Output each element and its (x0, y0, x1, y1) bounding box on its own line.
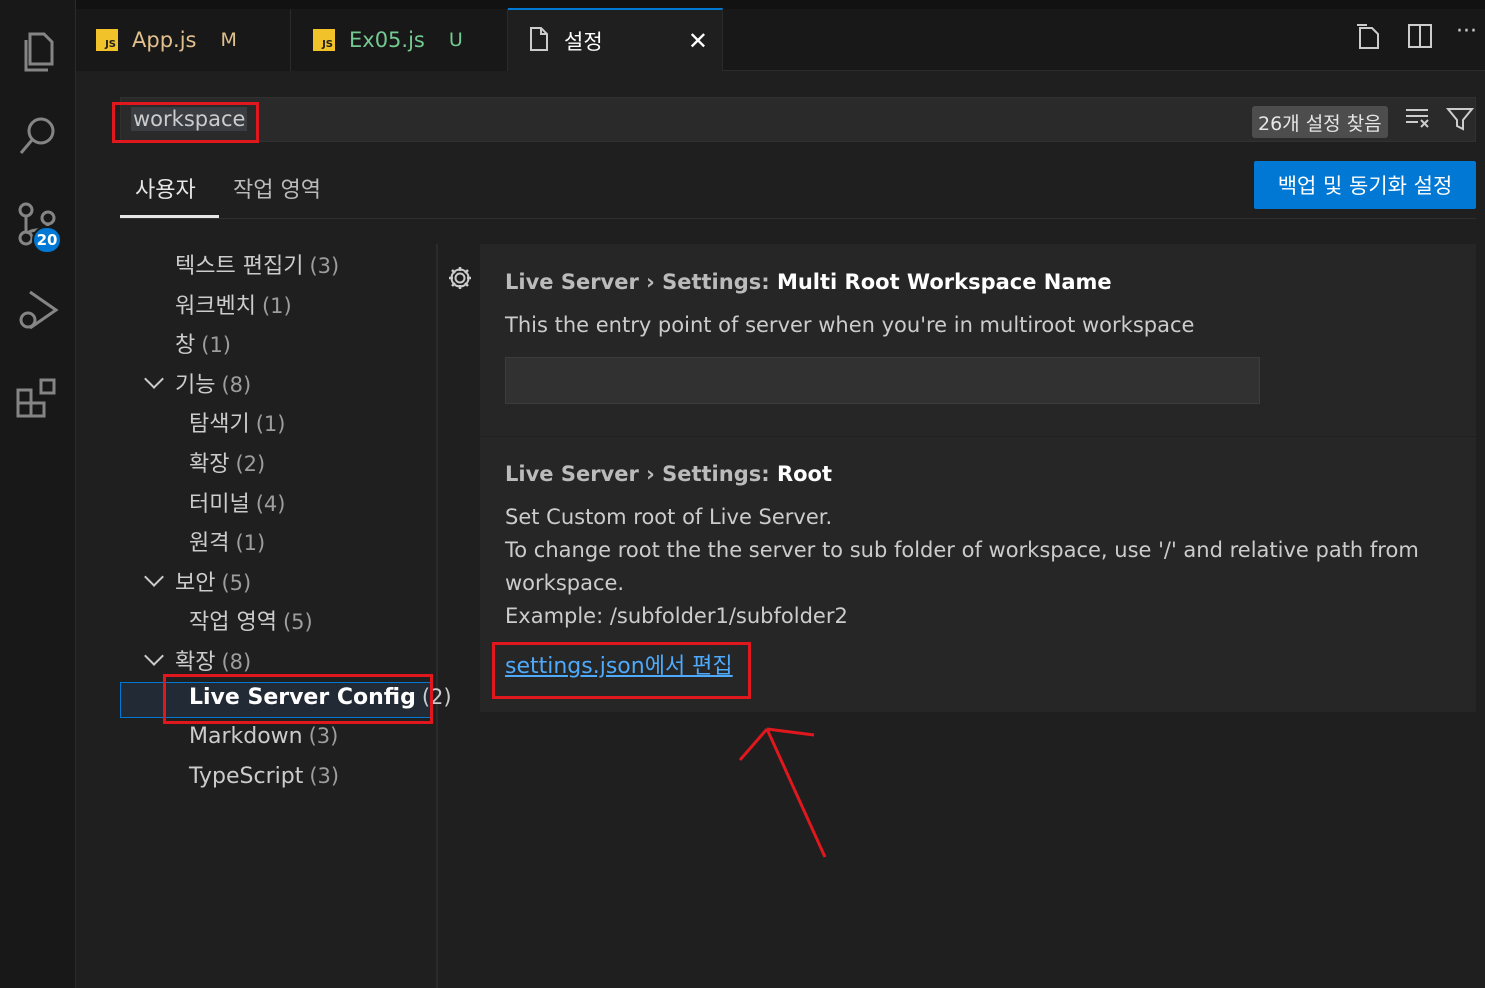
toc-count: (3) (309, 764, 340, 788)
setting-category: Live Server › Settings: (505, 270, 777, 294)
gear-icon[interactable] (446, 264, 474, 296)
toc-item-remote[interactable]: 원격 (1) (189, 525, 265, 557)
toc-item-extensions-feature[interactable]: 확장 (2) (189, 446, 265, 478)
explorer-icon[interactable] (0, 14, 76, 90)
description-line: workspace. (505, 571, 625, 595)
workspace-name-input[interactable] (505, 357, 1260, 404)
toc-label: 탐색기 (189, 412, 250, 437)
tab-status: U (448, 29, 463, 51)
toc-label: 기능 (175, 373, 216, 398)
js-icon: JS (96, 29, 118, 51)
toc-item-explorer[interactable]: 탐색기 (1) (189, 406, 285, 438)
toc-item-workbench[interactable]: 워크벤치 (1) (175, 288, 292, 320)
toc-count: (1) (255, 412, 286, 436)
chevron-down-icon[interactable] (144, 567, 164, 587)
toc-count: (4) (255, 492, 286, 516)
toc-label: 터미널 (189, 492, 250, 517)
toc-item-workspace-trust[interactable]: 작업 영역 (5) (189, 604, 313, 636)
description-line: Example: /subfolder1/subfolder2 (505, 604, 848, 628)
annotation-box (163, 674, 433, 724)
annotation-box (112, 102, 259, 143)
chevron-down-icon[interactable] (144, 369, 164, 389)
tab-label: App.js (132, 28, 197, 52)
toc-item-extensions[interactable]: 확장 (8) (175, 644, 251, 676)
toc-label: TypeScript (189, 764, 304, 789)
toc-label: 창 (175, 333, 196, 358)
toc-count: (8) (221, 650, 252, 674)
toc-item-window[interactable]: 창 (1) (175, 327, 231, 359)
tab-ex05-js[interactable]: JS Ex05.js U (291, 9, 508, 71)
toc-item-markdown[interactable]: Markdown (3) (189, 724, 338, 749)
tab-user-scope[interactable]: 사용자 (135, 172, 196, 204)
toc-count: (1) (235, 531, 266, 555)
results-count-badge: 26개 설정 찾음 (1252, 106, 1388, 138)
tab-settings[interactable]: 설정 ✕ (508, 8, 723, 71)
title-strip (76, 0, 1485, 9)
toc-count: (5) (221, 571, 252, 595)
open-json-icon[interactable] (1354, 22, 1384, 56)
toc-item-text-editor[interactable]: 텍스트 편집기 (3) (175, 248, 339, 280)
file-icon (528, 26, 550, 56)
tab-label: Ex05.js (349, 28, 425, 52)
setting-key: Root (776, 462, 833, 486)
toc-count: (3) (308, 724, 339, 748)
activity-bar: 20 (0, 0, 76, 988)
tab-workspace-scope[interactable]: 작업 영역 (233, 172, 321, 204)
setting-description: This the entry point of server when you'… (505, 313, 1195, 337)
annotation-arrow (738, 727, 827, 858)
setting-title: Live Server › Settings: Root (505, 462, 832, 486)
toc-count: (1) (261, 294, 292, 318)
toc-count: (2) (235, 452, 266, 476)
description-line: Set Custom root of Live Server. (505, 505, 833, 529)
scm-badge: 20 (32, 226, 62, 254)
search-icon[interactable] (0, 98, 76, 174)
toc-divider (436, 244, 438, 988)
toc-label: 확장 (189, 452, 230, 477)
backup-sync-button[interactable]: 백업 및 동기화 설정 (1254, 161, 1476, 209)
tab-app-js[interactable]: JS App.js M (76, 9, 291, 71)
toc-count: (3) (309, 254, 340, 278)
toc-item-features[interactable]: 기능 (8) (175, 367, 251, 399)
scope-divider (120, 218, 1476, 219)
js-icon: JS (313, 29, 335, 51)
description-line: To change root the the server to sub fol… (505, 538, 1419, 562)
setting-description: Set Custom root of Live Server. To chang… (505, 501, 1419, 633)
run-debug-icon[interactable] (0, 272, 76, 348)
setting-key: Multi Root Workspace Name (776, 270, 1112, 294)
toc-label: 워크벤치 (175, 294, 256, 319)
filter-icon[interactable] (1445, 106, 1475, 136)
toc-label: 텍스트 편집기 (175, 254, 304, 279)
toc-item-security[interactable]: 보안 (5) (175, 565, 251, 597)
annotation-box (492, 642, 751, 699)
toc-item-terminal[interactable]: 터미널 (4) (189, 486, 285, 518)
setting-category: Live Server › Settings: (505, 462, 777, 486)
split-editor-icon[interactable] (1406, 22, 1434, 56)
extensions-icon[interactable] (0, 360, 76, 436)
toc-label: Markdown (189, 724, 303, 749)
setting-title: Live Server › Settings: Multi Root Works… (505, 270, 1112, 294)
toc-item-typescript[interactable]: TypeScript (3) (189, 764, 339, 789)
toc-label: 원격 (189, 531, 230, 556)
toc-count: (1) (201, 333, 231, 357)
editor-actions: ··· (1354, 21, 1485, 56)
toc-label: 보안 (175, 571, 216, 596)
more-actions-icon[interactable]: ··· (1456, 21, 1477, 56)
toc-count: (8) (221, 373, 252, 397)
chevron-down-icon[interactable] (144, 646, 164, 666)
toc-label: 작업 영역 (189, 610, 277, 635)
scope-active-indicator (120, 215, 219, 218)
close-icon[interactable]: ✕ (688, 27, 708, 55)
toc-count: (5) (282, 610, 313, 634)
tab-status: M (220, 29, 237, 51)
clear-filter-icon[interactable] (1404, 106, 1432, 136)
toc-label: 확장 (175, 650, 216, 675)
search-tools (1404, 106, 1475, 136)
tab-label: 설정 (564, 29, 603, 54)
